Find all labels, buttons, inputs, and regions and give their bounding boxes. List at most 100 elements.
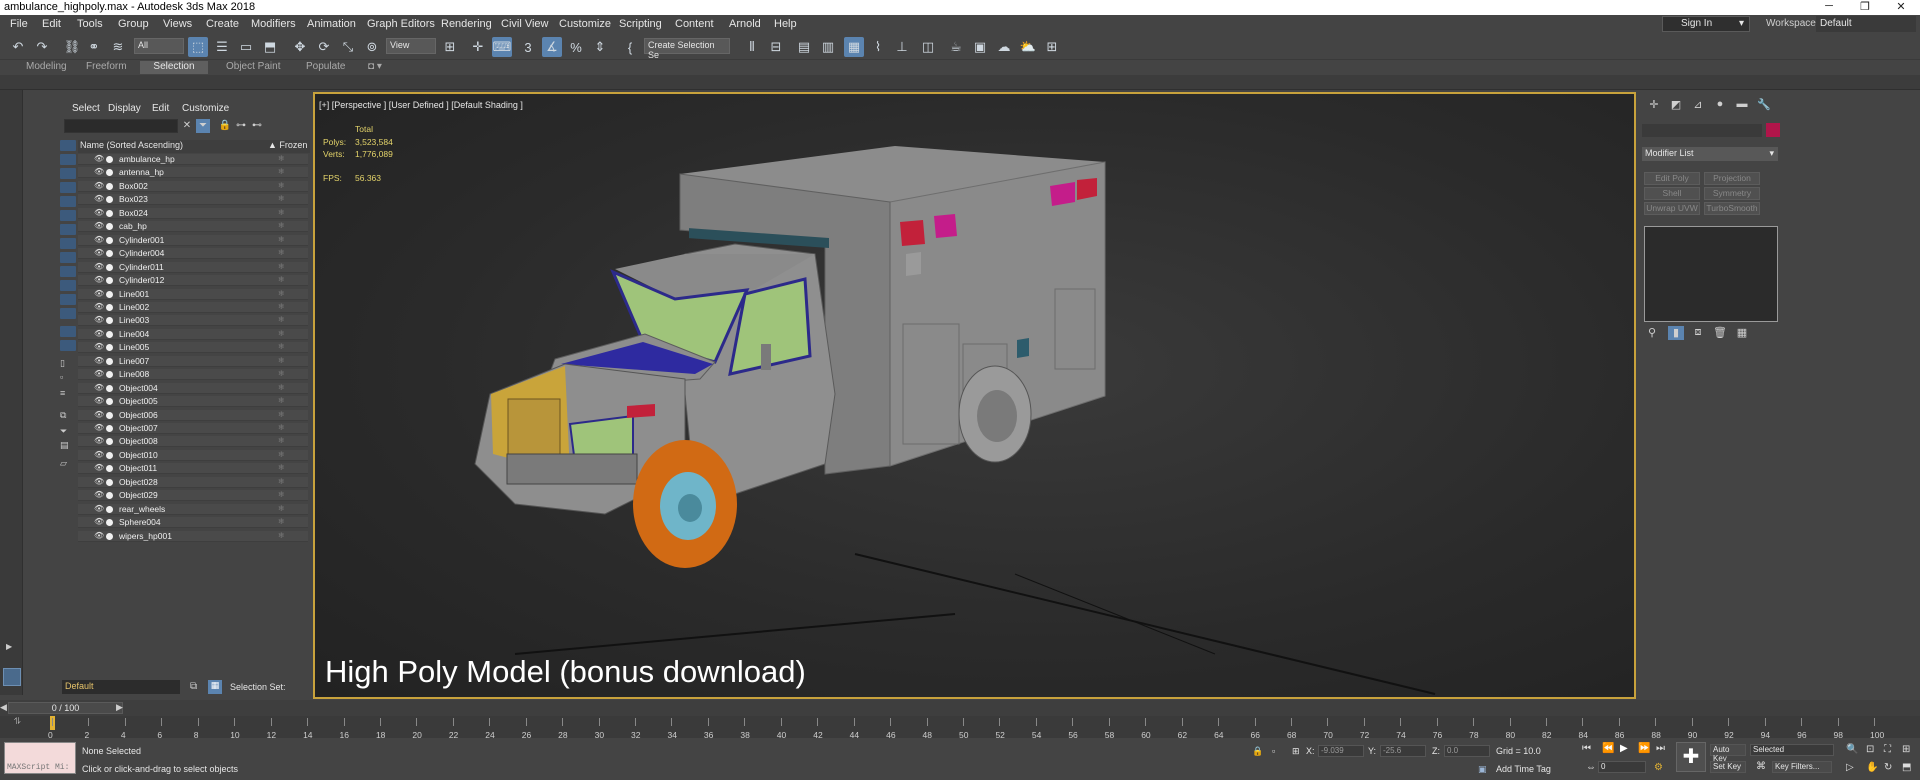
scene-object-row[interactable]: 👁 Box002 ❄ — [78, 180, 308, 192]
select-object-icon[interactable]: ⬚ — [188, 37, 208, 57]
menu-animation[interactable]: Animation — [307, 18, 356, 30]
bind-spacewarp-icon[interactable]: ≋ — [108, 37, 128, 57]
window-crossing-icon[interactable]: ⬒ — [260, 37, 280, 57]
ribbon-options-icon[interactable]: ◘ ▾ — [360, 61, 390, 74]
x-coordinate-field[interactable]: -9.039 — [1318, 745, 1364, 757]
edit-named-selection-icon[interactable]: { — [620, 37, 640, 57]
renderable-toggle-icon[interactable] — [106, 250, 113, 258]
display-helpers-icon[interactable] — [60, 210, 76, 221]
maxscript-listener[interactable]: MAXScript Mi: — [4, 742, 76, 774]
freeze-icon[interactable]: ❄ — [278, 262, 285, 271]
freeze-icon[interactable]: ❄ — [278, 410, 285, 419]
render-in-cloud-icon[interactable]: ⛅ — [1018, 37, 1038, 57]
zoom-extents-all-icon[interactable]: ⊞ — [1902, 744, 1910, 755]
unlink-icon[interactable]: ⚭ — [84, 37, 104, 57]
snaps-toggle-icon[interactable]: 3 — [518, 37, 538, 57]
sign-in-button[interactable]: Sign In ▾ — [1662, 16, 1750, 32]
scene-object-row[interactable]: 👁 Cylinder001 ❄ — [78, 234, 308, 246]
display-lights-icon[interactable] — [60, 182, 76, 193]
z-coordinate-field[interactable]: 0.0 — [1444, 745, 1490, 757]
menu-content[interactable]: Content — [675, 18, 714, 30]
tab-object-paint[interactable]: Object Paint — [218, 61, 288, 74]
visibility-eye-icon[interactable]: 👁 — [94, 329, 104, 338]
scene-object-row[interactable]: 👁 Line003 ❄ — [78, 315, 308, 327]
set-key-big-button[interactable]: ✚ — [1676, 742, 1706, 772]
visibility-eye-icon[interactable]: 👁 — [94, 423, 104, 432]
menu-create[interactable]: Create — [206, 18, 239, 30]
column-frozen-header[interactable]: ▲ Frozen — [268, 140, 307, 150]
visibility-eye-icon[interactable]: 👁 — [94, 248, 104, 257]
mini-curve-editor-icon[interactable]: ⥮ — [14, 716, 21, 727]
visibility-eye-icon[interactable]: 👁 — [94, 302, 104, 311]
sx-menu-edit[interactable]: Edit — [152, 103, 169, 114]
renderable-toggle-icon[interactable] — [106, 532, 113, 540]
visibility-eye-icon[interactable]: 👁 — [94, 490, 104, 499]
visibility-eye-icon[interactable]: 👁 — [94, 154, 104, 163]
sx-menu-display[interactable]: Display — [108, 103, 141, 114]
scene-object-row[interactable]: 👁 Line002 ❄ — [78, 301, 308, 313]
renderable-toggle-icon[interactable] — [106, 465, 113, 473]
time-slider[interactable]: 0 / 100 ◀ ▶ — [0, 700, 1920, 716]
scale-icon[interactable]: ⤡ — [338, 37, 358, 57]
freeze-icon[interactable]: ❄ — [278, 208, 285, 217]
lock-selection-icon[interactable]: 🔒 — [1252, 746, 1263, 757]
link-icon[interactable]: ⛓ — [62, 37, 82, 57]
scene-object-row[interactable]: 👁 Line001 ❄ — [78, 288, 308, 300]
scene-object-row[interactable]: 👁 Object004 ❄ — [78, 382, 308, 394]
time-tag-icon[interactable]: ▣ — [1478, 764, 1487, 775]
freeze-icon[interactable]: ❄ — [278, 531, 285, 540]
scene-object-row[interactable]: 👁 Cylinder004 ❄ — [78, 248, 308, 260]
spinner-snap-icon[interactable]: ⇕ — [590, 37, 610, 57]
key-filter-icon[interactable]: ⌘ — [1756, 761, 1766, 772]
visibility-eye-icon[interactable]: 👁 — [94, 194, 104, 203]
visibility-eye-icon[interactable]: 👁 — [94, 262, 104, 271]
visibility-eye-icon[interactable]: 👁 — [94, 410, 104, 419]
display-none-icon[interactable] — [60, 326, 76, 337]
scene-object-row[interactable]: 👁 Box023 ❄ — [78, 194, 308, 206]
renderable-toggle-icon[interactable] — [106, 236, 113, 244]
display-cameras-icon[interactable] — [60, 196, 76, 207]
menu-edit[interactable]: Edit — [42, 18, 61, 30]
scene-object-row[interactable]: 👁 Object007 ❄ — [78, 423, 308, 434]
freeze-icon[interactable]: ❄ — [278, 289, 285, 298]
display-invert-icon[interactable] — [60, 340, 76, 351]
freeze-icon[interactable]: ❄ — [278, 329, 285, 338]
menu-tools[interactable]: Tools — [77, 18, 103, 30]
scene-object-row[interactable]: 👁 Object028 ❄ — [78, 476, 308, 488]
layers-icon[interactable]: ⧉ — [60, 410, 76, 421]
remove-modifier-icon[interactable]: 🗑 — [1712, 326, 1728, 340]
scene-object-row[interactable]: 👁 ambulance_hp ❄ — [78, 154, 308, 165]
redo-icon[interactable]: ↷ — [32, 37, 52, 57]
tab-modeling[interactable]: Modeling — [18, 61, 75, 74]
visibility-eye-icon[interactable]: 👁 — [94, 235, 104, 244]
visibility-eye-icon[interactable]: 👁 — [94, 356, 104, 365]
shell-button[interactable]: Shell — [1644, 187, 1700, 200]
display-bones-icon[interactable] — [60, 266, 76, 277]
freeze-icon[interactable]: ❄ — [278, 423, 285, 432]
object-color-swatch[interactable] — [1766, 123, 1780, 137]
visibility-eye-icon[interactable]: 👁 — [94, 208, 104, 217]
modify-tab-icon[interactable]: ◩ — [1668, 98, 1684, 112]
renderable-toggle-icon[interactable] — [106, 425, 113, 432]
scene-object-row[interactable]: 👁 Object011 ❄ — [78, 463, 308, 475]
toggle-scene-explorer-icon[interactable]: ▤ — [794, 37, 814, 57]
maximize-button[interactable]: ❐ — [1850, 0, 1880, 13]
add-time-tag-button[interactable]: Add Time Tag — [1496, 764, 1551, 774]
renderable-toggle-icon[interactable] — [106, 303, 113, 311]
mirror-icon[interactable]: ⫴ — [742, 37, 762, 57]
freeze-icon[interactable]: ❄ — [278, 315, 285, 324]
menu-file[interactable]: File — [10, 18, 28, 30]
close-button[interactable]: ✕ — [1886, 0, 1916, 13]
list-icon[interactable]: ≡ — [60, 388, 76, 399]
display-geometry-icon[interactable] — [60, 154, 76, 165]
funnel-icon[interactable]: ⏷ — [60, 426, 76, 437]
scene-object-row[interactable]: 👁 Line005 ❄ — [78, 342, 308, 354]
scene-search-input[interactable] — [64, 119, 178, 133]
menu-modifiers[interactable]: Modifiers — [251, 18, 296, 30]
toggle-ribbon-icon[interactable]: ▦ — [844, 37, 864, 57]
menu-rendering[interactable]: Rendering — [441, 18, 492, 30]
a360-gallery-icon[interactable]: ⊞ — [1042, 37, 1062, 57]
menu-graph-editors[interactable]: Graph Editors — [367, 18, 435, 30]
zoom-all-icon[interactable]: ⊡ — [1866, 744, 1874, 755]
align-icon[interactable]: ⊟ — [766, 37, 786, 57]
